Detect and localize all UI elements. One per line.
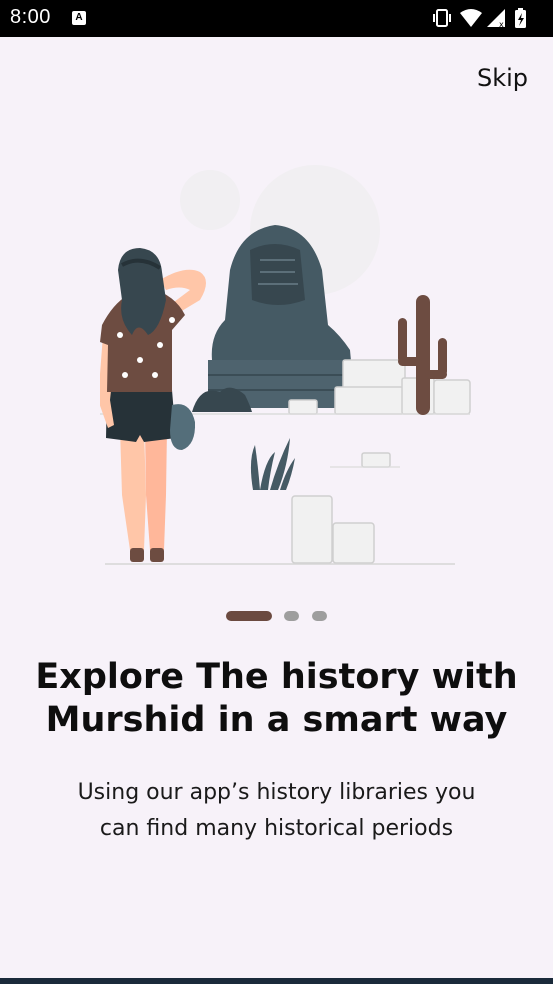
onboarding-subtitle: Using our app’s history libraries you ca… bbox=[0, 775, 553, 847]
svg-text:x: x bbox=[499, 20, 504, 29]
signal-icon: x bbox=[487, 9, 505, 29]
vibrate-icon bbox=[433, 9, 451, 27]
page-indicator-dot[interactable] bbox=[284, 611, 299, 621]
title-line-2: Murshid in a smart way bbox=[45, 700, 508, 740]
wifi-icon bbox=[460, 9, 482, 27]
subtitle-line-2: can find many historical periods bbox=[99, 816, 454, 841]
subtitle-line-1: Using our app’s history libraries you bbox=[77, 780, 476, 805]
page-indicator-dot[interactable] bbox=[312, 611, 327, 621]
page-indicator-dot-active[interactable] bbox=[226, 611, 272, 621]
status-time: 8:00 bbox=[10, 6, 51, 28]
battery-charging-icon bbox=[515, 8, 526, 28]
plant-icon bbox=[250, 438, 295, 490]
history-illustration bbox=[98, 160, 480, 570]
onboarding-title: Explore The history with Murshid in a sm… bbox=[0, 656, 553, 742]
skip-button[interactable]: Skip bbox=[477, 64, 528, 92]
notification-badge-text: A bbox=[75, 12, 83, 23]
traveler-woman-icon bbox=[98, 248, 206, 562]
notification-app-icon: A bbox=[72, 11, 86, 25]
status-icons: x bbox=[433, 7, 543, 29]
page-indicator bbox=[0, 611, 553, 621]
navigation-bar bbox=[0, 978, 553, 984]
title-line-1: Explore The history with bbox=[35, 657, 518, 697]
status-bar: 8:00 A x bbox=[0, 0, 553, 37]
